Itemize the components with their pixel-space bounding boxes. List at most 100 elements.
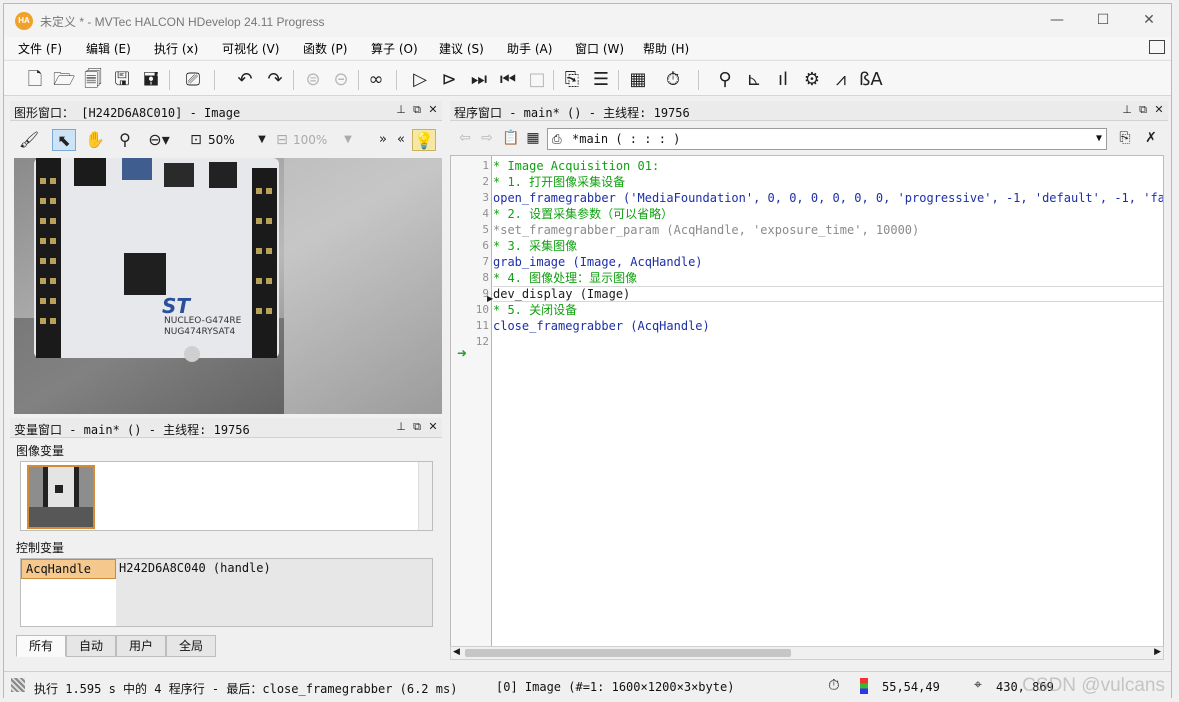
code-line[interactable]: *set_framegrabber_param (AcqHandle, 'exp… bbox=[493, 222, 919, 238]
ocr-icon[interactable]: ßA bbox=[859, 69, 883, 91]
gray-histogram-icon[interactable]: ⚙ bbox=[801, 69, 823, 91]
camera-icon[interactable]: ⎚ bbox=[182, 69, 204, 91]
toolbar-separator bbox=[358, 70, 359, 90]
zoom-in-icon[interactable]: ⚲ bbox=[114, 129, 136, 151]
back-arrow-icon[interactable]: ⇦ bbox=[454, 127, 476, 149]
step-over-icon[interactable]: ⊳ bbox=[438, 69, 460, 91]
code-line[interactable]: * 5. 关闭设备 bbox=[493, 302, 577, 318]
breakpoint-icon[interactable]: ⊜ bbox=[302, 69, 324, 91]
menu-procedures[interactable]: 函数 (P) bbox=[303, 40, 347, 57]
code-line[interactable]: open_framegrabber ('MediaFoundation', 0,… bbox=[493, 190, 1163, 206]
step-back-icon[interactable]: ⏮ bbox=[497, 69, 519, 91]
menu-help[interactable]: 帮助 (H) bbox=[643, 40, 689, 57]
code-line[interactable]: * Image Acquisition 01: bbox=[493, 158, 659, 174]
code-line[interactable]: * 1. 打开图像采集设备 bbox=[493, 174, 625, 190]
profiler-icon[interactable]: ⏱ bbox=[662, 69, 684, 91]
procedure-list-icon[interactable]: ☰ bbox=[590, 69, 612, 91]
menu-visualization[interactable]: 可视化 (V) bbox=[222, 40, 279, 57]
scroll-left-icon[interactable]: ◀ bbox=[453, 647, 460, 657]
float-icon[interactable]: ⧉ bbox=[410, 420, 424, 434]
editor-hscrollbar[interactable]: ◀ ▶ bbox=[450, 646, 1164, 660]
new-file-icon[interactable]: 🗋 bbox=[24, 69, 46, 91]
step-forward-icon[interactable]: ⏭ bbox=[468, 69, 490, 91]
line-profile-icon[interactable]: ıl bbox=[772, 69, 794, 91]
panel-close-icon[interactable]: ✕ bbox=[426, 420, 440, 434]
close-procedure-icon[interactable]: ✗ bbox=[1140, 127, 1162, 149]
zoom-icon[interactable]: ⚲ bbox=[714, 69, 736, 91]
status-grip-icon bbox=[11, 678, 25, 692]
hscroll-thumb[interactable] bbox=[465, 649, 791, 657]
code-line[interactable]: dev_display (Image) bbox=[493, 286, 630, 302]
edit-procedure-icon[interactable]: ⎘ bbox=[1114, 127, 1136, 149]
zoom-out-dropdown-icon[interactable]: ⊖▾ bbox=[142, 129, 176, 151]
save-all-icon[interactable]: 🖬 bbox=[140, 69, 162, 91]
tab-user[interactable]: 用户 bbox=[116, 635, 166, 657]
code-line[interactable]: * 2. 设置采集参数（可以省略） bbox=[493, 206, 673, 222]
menu-window[interactable]: 窗口 (W) bbox=[575, 40, 624, 57]
pin-icon[interactable]: ⊥ bbox=[1120, 103, 1134, 117]
pin-icon[interactable]: ⊥ bbox=[394, 420, 408, 434]
program-counter-icon: ➜ bbox=[457, 346, 468, 360]
graphics-image-view[interactable]: NUCLEO-G474RE NUG474RYSAT4 ST bbox=[14, 158, 442, 414]
close-button[interactable]: ✕ bbox=[1126, 4, 1172, 37]
save-icon[interactable]: 🖫 bbox=[111, 69, 133, 91]
menu-execute[interactable]: 执行 (x) bbox=[154, 40, 198, 57]
program-info-icon[interactable]: ▦ bbox=[627, 69, 649, 91]
menu-suggestions[interactable]: 建议 (S) bbox=[439, 40, 484, 57]
code-line[interactable]: * 4. 图像处理：显示图像 bbox=[493, 270, 637, 286]
main-window: HA 未定义 * - MVTec HALCON HDevelop 24.11 P… bbox=[3, 3, 1172, 699]
tab-all[interactable]: 所有 bbox=[16, 635, 66, 657]
brush-icon[interactable]: 🖌 bbox=[18, 129, 40, 151]
line-number: 5 bbox=[482, 223, 489, 236]
tab-auto[interactable]: 自动 bbox=[66, 635, 116, 657]
open-example-icon[interactable]: 🗐 bbox=[82, 69, 104, 91]
panel-close-icon[interactable]: ✕ bbox=[426, 103, 440, 117]
grid-icon[interactable]: ▦ bbox=[522, 127, 544, 149]
fit-window-icon[interactable]: ⊡ bbox=[186, 129, 206, 151]
zoom-dropdown-icon[interactable]: ▼ bbox=[256, 129, 268, 151]
clipboard-icon[interactable]: 📋 bbox=[500, 127, 522, 149]
image-thumbnail[interactable] bbox=[27, 465, 95, 529]
minimize-button[interactable]: — bbox=[1034, 4, 1080, 37]
more-tools-icon[interactable]: » bbox=[376, 129, 390, 151]
redo-icon[interactable]: ↷ bbox=[264, 69, 286, 91]
scroll-right-icon[interactable]: ▶ bbox=[1154, 647, 1161, 657]
line-number: 3 bbox=[482, 191, 489, 204]
undo-icon[interactable]: ↶ bbox=[234, 69, 256, 91]
histogram-icon[interactable]: ⊾ bbox=[743, 69, 765, 91]
iconic-vars-scrollbar[interactable] bbox=[418, 462, 432, 530]
binoculars-icon[interactable]: ∞ bbox=[365, 69, 387, 91]
run-icon[interactable]: ▷ bbox=[409, 69, 431, 91]
menu-assistants[interactable]: 助手 (A) bbox=[507, 40, 552, 57]
code-line[interactable]: close_framegrabber (AcqHandle) bbox=[493, 318, 710, 334]
breakpoint-clear-icon[interactable]: ⊝ bbox=[330, 69, 352, 91]
menu-file[interactable]: 文件 (F) bbox=[18, 40, 62, 57]
code-line[interactable]: * 3. 采集图像 bbox=[493, 238, 577, 254]
program-editor[interactable]: 1 2 3 4 5 6 7 8 9 10 11 12 ▶ ➜ * Image A… bbox=[450, 155, 1164, 647]
control-var-name[interactable]: AcqHandle bbox=[21, 559, 116, 579]
pin-icon[interactable]: ⊥ bbox=[394, 103, 408, 117]
menu-edit[interactable]: 编辑 (E) bbox=[86, 40, 131, 57]
lightbulb-icon[interactable]: 💡 bbox=[412, 129, 436, 151]
float-icon[interactable]: ⧉ bbox=[1136, 103, 1150, 117]
stop-icon[interactable]: □ bbox=[526, 69, 548, 91]
tab-global[interactable]: 全局 bbox=[166, 635, 216, 657]
maximize-button[interactable]: ☐ bbox=[1080, 4, 1126, 37]
pointer-icon[interactable]: ⬉ bbox=[52, 129, 76, 151]
hand-pan-icon[interactable]: ✋ bbox=[84, 129, 106, 151]
toolbar-separator bbox=[396, 70, 397, 90]
float-icon[interactable]: ⧉ bbox=[410, 103, 424, 117]
collapse-tools-icon[interactable]: « bbox=[394, 129, 408, 151]
code-line[interactable]: grab_image (Image, AcqHandle) bbox=[493, 254, 703, 270]
procedure-selector[interactable]: ⎙ *main ( : : : ) ▼ bbox=[547, 128, 1107, 150]
panel-close-icon[interactable]: ✕ bbox=[1152, 103, 1166, 117]
menu-operators[interactable]: 算子 (O) bbox=[371, 40, 418, 57]
open-file-icon[interactable]: 🗁 bbox=[53, 69, 75, 91]
iconic-vars-list[interactable] bbox=[20, 461, 433, 531]
feature-histogram-icon[interactable]: ⩘ bbox=[830, 69, 852, 91]
insert-procedure-icon[interactable]: ⎘ bbox=[561, 69, 583, 91]
forward-arrow-icon[interactable]: ⇨ bbox=[476, 127, 498, 149]
zoom-value[interactable]: 50% bbox=[208, 130, 235, 150]
restore-layout-icon[interactable] bbox=[1149, 40, 1165, 54]
control-var-value[interactable]: H242D6A8C040 (handle) bbox=[116, 559, 432, 626]
